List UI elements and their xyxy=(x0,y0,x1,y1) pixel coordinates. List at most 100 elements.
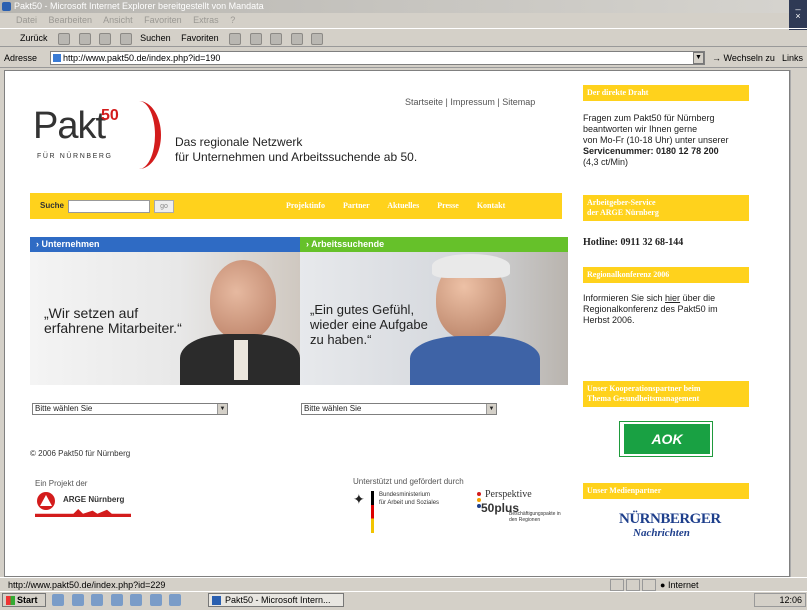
quicklaunch-icon[interactable] xyxy=(169,594,182,606)
close-button[interactable]: × xyxy=(789,11,807,22)
arge-name: ARGE Nürnberg xyxy=(63,495,125,504)
zone-label: Internet xyxy=(667,580,699,590)
taskbar-ie-label: Pakt50 - Microsoft Intern... xyxy=(225,595,331,605)
links-button[interactable]: Links xyxy=(782,48,803,68)
back-button[interactable]: Zurück xyxy=(20,33,48,43)
top-links[interactable]: Startseite | Impressum | Sitemap xyxy=(405,97,535,107)
refresh-icon[interactable] xyxy=(99,32,112,45)
sidebar-text-konferenz: Informieren Sie sich hier über die Regio… xyxy=(583,293,718,326)
tab-unternehmen[interactable]: › Unternehmen xyxy=(30,237,300,252)
konferenz-link[interactable]: hier xyxy=(665,293,680,303)
nav-aktuelles[interactable]: Aktuelles xyxy=(387,201,419,210)
konferenz-line-1: Informieren Sie sich hier über die xyxy=(583,293,718,304)
address-url: http://www.pakt50.de/index.php?id=190 xyxy=(63,53,221,63)
favorites-button[interactable]: Favoriten xyxy=(181,33,219,43)
search-input[interactable] xyxy=(68,200,150,213)
kooperation-head-2: Thema Gesundheitsmanagement xyxy=(587,394,700,403)
tagline-line-2: für Unternehmen und Arbeitssuchende ab 5… xyxy=(175,150,418,164)
minimize-button[interactable]: _ xyxy=(789,0,807,11)
logo-superscript: 50 xyxy=(101,107,119,124)
nav-presse[interactable]: Presse xyxy=(437,201,459,210)
sidebar-head-arbeitgeber: Arbeitgeber-Service der ARGE Nürnberg xyxy=(583,195,749,221)
bmas-logo-text[interactable]: Bundesministerium für Arbeit und Soziale… xyxy=(379,491,439,507)
perspektive-subtitle: Beschäftigungspakte in den Regionen xyxy=(509,511,561,523)
eagle-icon: ✦ xyxy=(353,491,365,507)
quicklaunch-icon[interactable] xyxy=(149,594,162,606)
logo-arc xyxy=(117,101,161,169)
search-go-button[interactable]: go xyxy=(154,200,174,213)
nav-kontakt[interactable]: Kontakt xyxy=(477,201,505,210)
copyright: © 2006 Pakt50 für Nürnberg xyxy=(30,449,131,458)
start-button[interactable]: Start xyxy=(2,593,46,607)
edit-icon[interactable] xyxy=(290,32,303,45)
nn-logo-title[interactable]: NÜRNBERGER xyxy=(619,511,721,528)
support-label: Unterstützt und gefördert durch xyxy=(353,477,464,486)
clock[interactable]: 12:06 xyxy=(779,595,802,605)
go-button[interactable]: → Wechseln zu xyxy=(712,48,775,68)
select-unternehmen[interactable]: Bitte wählen Sie ▼ xyxy=(32,403,228,415)
person-head xyxy=(210,260,276,340)
menu-bearbeiten[interactable]: Bearbeiten xyxy=(49,15,93,25)
bmas-line-1: Bundesministerium xyxy=(379,492,431,498)
menu-bar: Datei Bearbeiten Ansicht Favoriten Extra… xyxy=(0,13,790,27)
arge-logo-icon[interactable] xyxy=(36,491,56,511)
chevron-down-icon[interactable]: ▼ xyxy=(486,404,496,414)
kooperation-head-1: Unser Kooperationspartner beim xyxy=(587,384,701,393)
logo-text[interactable]: Pakt xyxy=(33,105,106,148)
menu-datei[interactable]: Datei xyxy=(16,15,37,25)
address-bar: Adresse http://www.pakt50.de/index.php?i… xyxy=(0,48,807,68)
go-button-label: Wechseln zu xyxy=(723,53,775,63)
chevron-down-icon[interactable]: ▼ xyxy=(217,404,227,414)
menu-favoriten[interactable]: Favoriten xyxy=(144,15,182,25)
nav-projektinfo[interactable]: Projektinfo xyxy=(286,201,325,210)
hotline: Hotline: 0911 32 68-144 xyxy=(583,237,684,248)
tab-arbeitssuchende[interactable]: › Arbeitssuchende xyxy=(300,237,568,252)
photo-unternehmen[interactable]: „Wir setzen auf erfahrene Mitarbeiter.“ xyxy=(30,252,300,385)
quicklaunch-icon[interactable] xyxy=(110,594,123,606)
konferenz-line-1a: Informieren Sie sich xyxy=(583,293,666,303)
start-label: Start xyxy=(17,595,38,605)
toolbar: Zurück Suchen Favoriten xyxy=(0,28,807,47)
select-arbeitssuchende[interactable]: Bitte wählen Sie ▼ xyxy=(301,403,497,415)
discuss-icon[interactable] xyxy=(311,32,324,45)
person-jacket xyxy=(410,336,540,385)
status-bar: http://www.pakt50.de/index.php?id=229 ● … xyxy=(0,577,807,591)
tagline: Das regionale Netzwerk für Unternehmen u… xyxy=(175,135,417,165)
quote-u-line-1: „Wir setzen auf xyxy=(44,305,139,321)
history-icon[interactable] xyxy=(229,32,242,45)
mail-icon[interactable] xyxy=(249,32,262,45)
flag-bar xyxy=(371,491,374,533)
photo-arbeitssuchende[interactable]: „Ein gutes Gefühl, wieder eine Aufgabe z… xyxy=(300,252,568,385)
nav-partner[interactable]: Partner xyxy=(343,201,370,210)
print-icon[interactable] xyxy=(270,32,283,45)
arbeitgeber-head-2: der ARGE Nürnberg xyxy=(587,208,659,217)
quicklaunch-icon[interactable] xyxy=(52,594,64,606)
search-button[interactable]: Suchen xyxy=(140,33,171,43)
konferenz-line-3: Herbst 2006. xyxy=(583,315,635,325)
draht-line-4: Servicenummer: 0180 12 78 200 xyxy=(583,146,719,156)
menu-extras[interactable]: Extras xyxy=(193,15,219,25)
quote-arbeitssuchende: „Ein gutes Gefühl, wieder eine Aufgabe z… xyxy=(310,302,428,347)
select-arbeitssuchende-value: Bitte wählen Sie xyxy=(304,404,362,413)
vertical-scrollbar[interactable] xyxy=(790,70,807,577)
quote-unternehmen: „Wir setzen auf erfahrene Mitarbeiter.“ xyxy=(44,306,182,336)
home-icon[interactable] xyxy=(119,32,132,45)
menu-ansicht[interactable]: Ansicht xyxy=(103,15,133,25)
browser-viewport: Pakt 50 FÜR NÜRNBERG Das regionale Netzw… xyxy=(4,70,790,577)
address-input[interactable]: http://www.pakt50.de/index.php?id=190 xyxy=(50,51,705,65)
address-label: Adresse xyxy=(4,53,38,63)
address-dropdown-icon[interactable]: ▼ xyxy=(693,52,704,64)
perspektive-title[interactable]: Perspektive xyxy=(485,489,532,500)
sidebar-head-medien: Unser Medienpartner xyxy=(583,483,749,499)
arbeitgeber-head-1: Arbeitgeber-Service xyxy=(587,198,656,207)
quicklaunch-icon[interactable] xyxy=(71,594,84,606)
taskbar-ie-window[interactable]: Pakt50 - Microsoft Intern... xyxy=(208,593,344,607)
quicklaunch-icon[interactable] xyxy=(91,594,104,606)
tagline-line-1: Das regionale Netzwerk xyxy=(175,135,303,149)
menu-help[interactable]: ? xyxy=(230,15,235,25)
stop-icon[interactable] xyxy=(78,32,91,45)
forward-icon[interactable] xyxy=(58,32,71,45)
aok-logo[interactable]: AOK xyxy=(619,421,713,457)
nav-items: Projektinfo Partner Aktuelles Presse Kon… xyxy=(286,201,521,210)
quicklaunch-icon[interactable] xyxy=(130,594,143,606)
